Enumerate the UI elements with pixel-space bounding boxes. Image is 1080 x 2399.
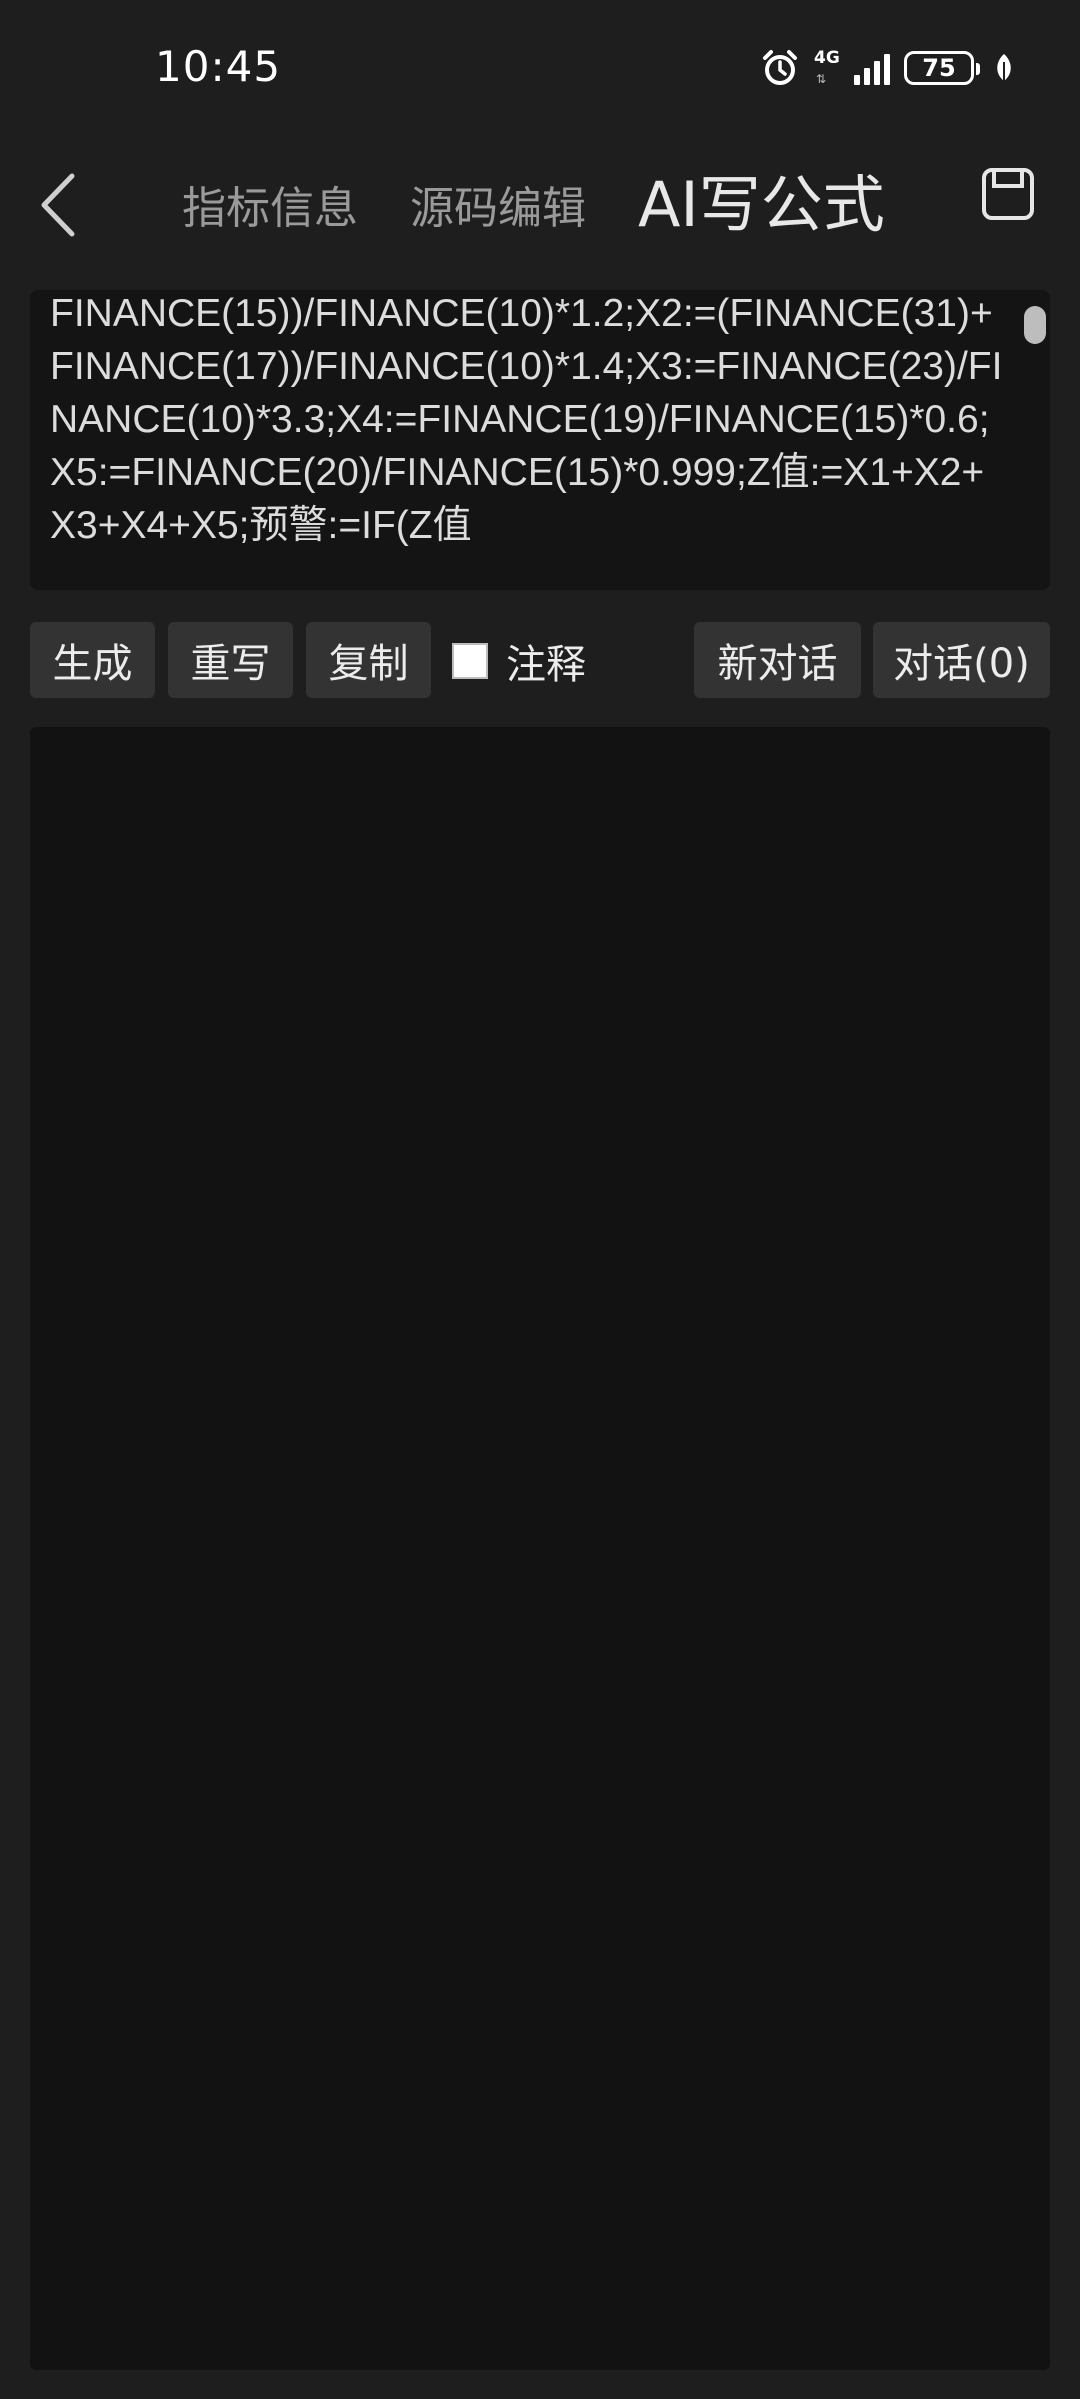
- annotate-label: 注释: [506, 642, 586, 688]
- rewrite-button[interactable]: 重写: [168, 622, 293, 698]
- copy-button[interactable]: 复制: [306, 622, 431, 698]
- annotate-checkbox[interactable]: [452, 643, 488, 679]
- tab-ai-formula[interactable]: AI写公式: [638, 154, 885, 244]
- chat-button[interactable]: 对话(0): [873, 622, 1050, 698]
- save-icon[interactable]: [980, 166, 1036, 222]
- nav-bar: 指标信息 源码编辑 AI写公式: [0, 130, 1080, 260]
- alarm-icon: [763, 50, 797, 85]
- tab-indicator-info[interactable]: 指标信息: [182, 172, 358, 236]
- formula-code-text[interactable]: DD:=(2*H+4*C+3*OPEN+3*L)/12);X1:=(FINANC…: [50, 290, 1004, 552]
- battery-icon: 75: [904, 51, 980, 85]
- signal-icon: [854, 51, 890, 85]
- leaf-icon: [997, 54, 1011, 83]
- chevron-left-icon[interactable]: [36, 170, 80, 240]
- network-4g-icon: 4G ⇅: [814, 48, 840, 86]
- editor-scrollbar[interactable]: [1024, 306, 1046, 344]
- status-bar: 10:45 4G ⇅ 75: [0, 0, 1080, 130]
- new-chat-button[interactable]: 新对话: [694, 622, 861, 698]
- annotate-toggle[interactable]: 注释: [452, 628, 586, 694]
- battery-level: 75: [922, 54, 956, 82]
- status-icons: 4G ⇅ 75: [760, 48, 1014, 88]
- generate-button[interactable]: 生成: [30, 622, 155, 698]
- formula-code-editor[interactable]: DD:=(2*H+4*C+3*OPEN+3*L)/12);X1:=(FINANC…: [30, 290, 1050, 590]
- chat-output-area[interactable]: [30, 727, 1050, 2370]
- tab-source-edit[interactable]: 源码编辑: [410, 172, 586, 236]
- clock-time: 10:45: [155, 42, 282, 91]
